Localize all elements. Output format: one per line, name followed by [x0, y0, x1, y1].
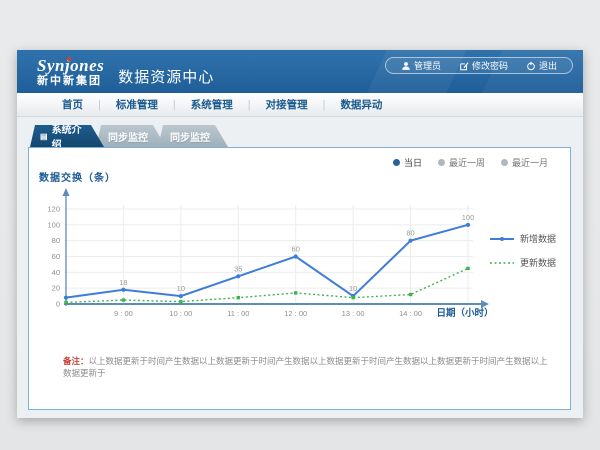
user-menu-item-person[interactable]: 管理员	[392, 59, 450, 72]
footnote: 备注：以上数据更新于时间产生数据以上数据更新于时间产生数据以上数据更新于时间产生…	[63, 356, 550, 380]
tab-label: 系统介绍	[52, 121, 88, 151]
radio-label: 最近一月	[512, 156, 548, 169]
data-point	[409, 293, 412, 296]
y-tick-label: 80	[52, 236, 60, 245]
point-label: 10	[177, 284, 185, 293]
y-tick-label: 40	[52, 268, 60, 277]
y-tick-label: 20	[52, 284, 60, 293]
y-tick-label: 60	[52, 252, 60, 261]
line-chart: 0 20 40 60 80 100 120 9 : 00 10 : 00 11 : 00 12 : …	[29, 184, 569, 332]
app-window: Synjones 新中新集团 数据资源中心 管理员 修改密码 退出 首页|标准管理|…	[17, 50, 583, 418]
company-logo: Synjones 新中新集团	[37, 57, 104, 87]
radio-label: 最近一周	[449, 156, 485, 169]
nav-item-0[interactable]: 首页	[47, 97, 98, 112]
tab-0[interactable]: ▤系统介绍	[30, 125, 104, 147]
user-menu-label: 修改密码	[472, 59, 508, 72]
legend-swatch-icon	[490, 259, 514, 267]
y-tick-label: 100	[47, 220, 60, 229]
chart-panel: 当日 最近一周 最近一月 数据交换（条） 0 20 40 60 80 100 120 9 : 00…	[28, 147, 571, 410]
nav-item-3[interactable]: 对接管理	[251, 97, 323, 112]
point-label: 10	[349, 284, 357, 293]
radio-option-1[interactable]: 最近一周	[438, 156, 485, 169]
x-tick-label: 10 : 00	[169, 309, 192, 318]
legend-entry-1[interactable]: 更新数据	[490, 256, 556, 269]
radio-option-2[interactable]: 最近一月	[501, 156, 548, 169]
data-point	[466, 223, 470, 227]
point-label: 18	[119, 278, 127, 287]
user-menu-item-edit[interactable]: 修改密码	[450, 59, 517, 72]
radio-dot-icon	[438, 159, 445, 166]
point-label: 60	[292, 245, 300, 254]
y-tick-label: 0	[56, 300, 60, 309]
x-tick-label: 12 : 00	[284, 309, 307, 318]
point-label: 80	[406, 229, 414, 238]
tab-1[interactable]: 同步监控	[96, 125, 166, 147]
data-point	[122, 298, 125, 301]
legend-entry-0[interactable]: 新增数据	[490, 232, 556, 245]
user-menu: 管理员 修改密码 退出	[385, 57, 573, 74]
nav-item-1[interactable]: 标准管理	[101, 97, 173, 112]
data-point	[466, 267, 469, 270]
data-point	[237, 296, 240, 299]
tab-2[interactable]: 同步监控	[158, 125, 228, 147]
data-point	[351, 296, 354, 299]
time-range-filter: 当日 最近一周 最近一月	[393, 156, 548, 169]
x-tick-label: 14 : 00	[399, 309, 422, 318]
x-axis-title: 日期（小时）	[436, 307, 493, 319]
legend-label: 更新数据	[520, 256, 556, 269]
legend-swatch-icon	[490, 235, 514, 243]
chart-legend: 新增数据更新数据	[490, 232, 556, 269]
tab-label: 同步监控	[170, 129, 210, 144]
page-title: 数据资源中心	[118, 66, 214, 87]
point-label: 100	[462, 213, 475, 222]
data-point	[294, 254, 298, 258]
main-nav: 首页|标准管理|系统管理|对接管理|数据异动	[17, 93, 583, 117]
tab-label: 同步监控	[108, 129, 148, 144]
data-point	[64, 296, 68, 300]
person-icon	[401, 61, 411, 71]
user-menu-item-power[interactable]: 退出	[517, 59, 566, 72]
data-point	[179, 294, 183, 298]
data-point	[408, 239, 412, 243]
y-tick-label: 120	[47, 205, 60, 214]
data-point	[236, 274, 240, 278]
user-menu-label: 退出	[539, 59, 557, 72]
footnote-text: 以上数据更新于时间产生数据以上数据更新于时间产生数据以上数据更新于时间产生数据以…	[63, 356, 548, 378]
x-axis-arrow-icon	[481, 300, 489, 308]
logo-subtext: 新中新集团	[37, 76, 104, 87]
x-tick-label: 11 : 00	[227, 309, 249, 318]
radio-label: 当日	[404, 156, 422, 169]
legend-dot	[500, 237, 504, 241]
document-icon: ▤	[40, 132, 48, 141]
logo-red-dot-icon	[67, 57, 71, 61]
data-point	[179, 300, 182, 303]
radio-dot-icon	[501, 159, 508, 166]
nav-item-4[interactable]: 数据异动	[325, 97, 397, 112]
data-point	[294, 291, 297, 294]
x-tick-label: 13 : 00	[342, 309, 365, 318]
data-point	[64, 301, 67, 304]
radio-dot-icon	[393, 159, 400, 166]
edit-icon	[459, 61, 469, 71]
power-icon	[526, 61, 536, 71]
user-menu-label: 管理员	[414, 59, 441, 72]
nav-item-2[interactable]: 系统管理	[176, 97, 248, 112]
footnote-prefix: 备注：	[63, 356, 89, 366]
y-axis-arrow-icon	[63, 188, 70, 196]
legend-label: 新增数据	[520, 232, 556, 245]
y-axis-title: 数据交换（条）	[39, 169, 116, 184]
tab-bar: ▤系统介绍同步监控同步监控	[30, 125, 220, 147]
radio-option-0[interactable]: 当日	[393, 156, 422, 169]
app-header: Synjones 新中新集团 数据资源中心 管理员 修改密码 退出	[17, 50, 583, 93]
x-tick-label: 9 : 00	[114, 309, 133, 318]
data-point	[121, 288, 125, 292]
point-label: 35	[234, 264, 242, 273]
